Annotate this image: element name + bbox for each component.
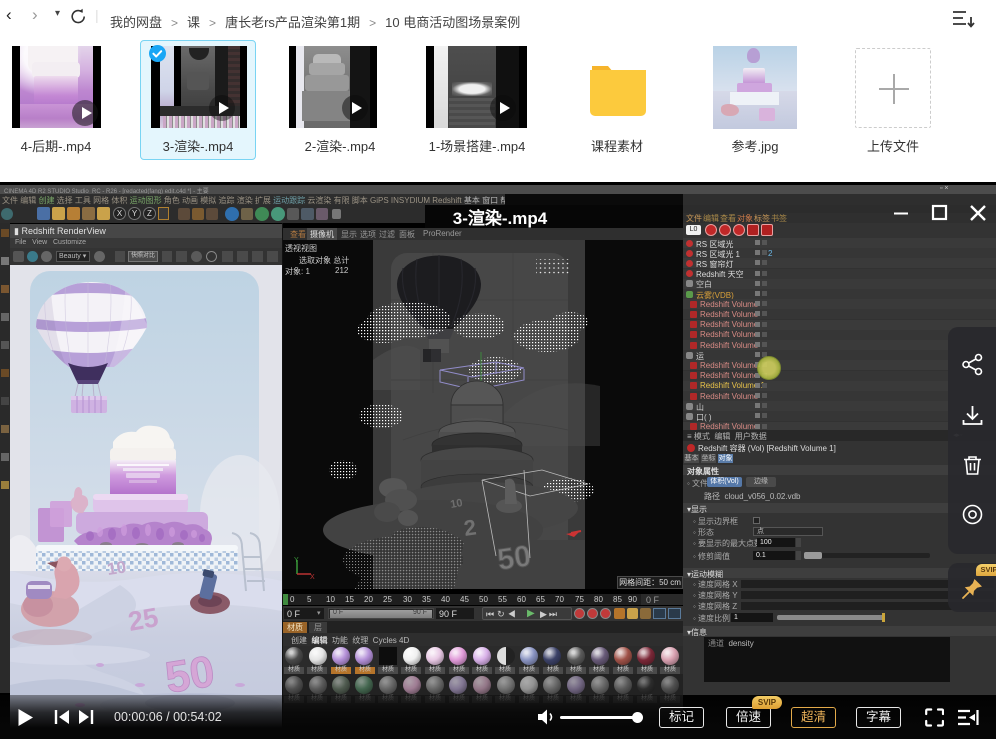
svg-text:10: 10 — [106, 558, 127, 579]
svg-text:10: 10 — [449, 497, 463, 511]
svg-text:25: 25 — [126, 602, 161, 637]
svg-text:Y: Y — [294, 557, 299, 564]
svg-text:X: X — [310, 574, 315, 580]
svg-text:50: 50 — [495, 540, 533, 577]
